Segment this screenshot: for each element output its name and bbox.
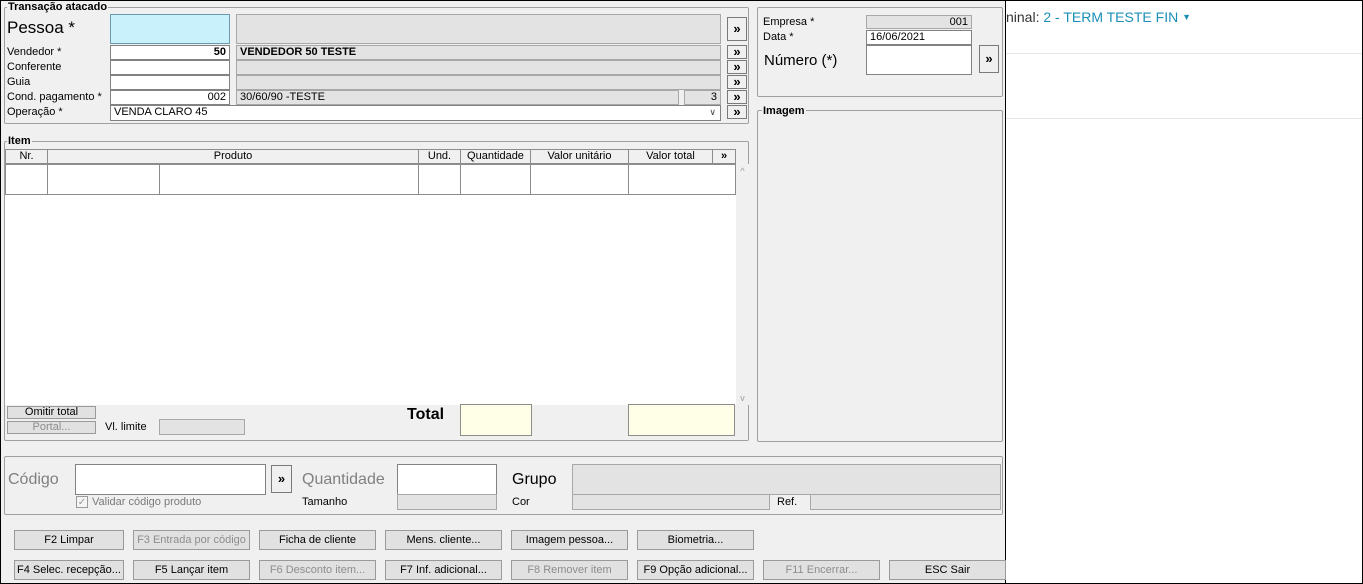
- operacao-more-button[interactable]: »: [727, 105, 747, 119]
- chevron-down-icon: ∨: [709, 107, 716, 117]
- total-valor-field: [628, 404, 735, 436]
- grid-scrollbar[interactable]: ^ v: [736, 164, 749, 405]
- ficha-cliente-button[interactable]: Ficha de cliente: [259, 530, 376, 550]
- cell-valor-unitario[interactable]: [530, 164, 629, 195]
- col-quantidade[interactable]: Quantidade: [460, 149, 531, 164]
- col-und[interactable]: Und.: [418, 149, 461, 164]
- divider: [1006, 53, 1363, 54]
- operacao-select[interactable]: VENDA CLARO 45 ∨: [110, 105, 721, 121]
- imagem-pessoa-button[interactable]: Imagem pessoa...: [511, 530, 628, 550]
- validar-codigo-label: Validar código produto: [92, 496, 202, 508]
- cell-quantidade[interactable]: [460, 164, 531, 195]
- col-nr[interactable]: Nr.: [5, 149, 48, 164]
- col-more-button[interactable]: »: [712, 149, 736, 164]
- cor-label: Cor: [512, 496, 530, 508]
- f7-inf-adicional-button[interactable]: F7 Inf. adicional...: [385, 560, 502, 580]
- guia-label: Guia: [7, 76, 31, 88]
- cond-pagamento-label: Cond. pagamento *: [7, 91, 102, 103]
- empresa-label: Empresa *: [763, 16, 815, 28]
- grupo-label: Grupo: [512, 471, 557, 488]
- f6-desconto-item-button[interactable]: F6 Desconto item...: [259, 560, 376, 580]
- pessoa-more-button[interactable]: »: [727, 17, 747, 41]
- biometria-button[interactable]: Biometria...: [637, 530, 754, 550]
- pessoa-name-field: [236, 14, 721, 44]
- imagem-title: Imagem: [762, 105, 806, 117]
- guia-code-input[interactable]: [110, 75, 230, 90]
- ref-field: [810, 494, 1001, 510]
- cell-valor-total[interactable]: [628, 164, 736, 195]
- portal-button[interactable]: Portal...: [7, 421, 96, 434]
- divider: [1006, 118, 1363, 119]
- transaction-window: Transação atacado Pessoa * » Vendedor * …: [0, 0, 1006, 584]
- tamanho-label: Tamanho: [302, 496, 348, 508]
- vendedor-label: Vendedor *: [7, 46, 62, 58]
- omitir-total-button[interactable]: Omitir total: [7, 406, 96, 419]
- numero-input[interactable]: [866, 45, 972, 75]
- pessoa-label: Pessoa *: [7, 18, 76, 37]
- terminal-name: 2 - TERM TESTE FIN: [1043, 9, 1179, 25]
- cell-nr[interactable]: [5, 164, 48, 195]
- operacao-label: Operação *: [7, 106, 63, 118]
- codigo-more-button[interactable]: »: [271, 465, 292, 493]
- caret-down-icon: ▼: [1182, 12, 1192, 22]
- total-label: Total: [407, 406, 445, 423]
- guia-more-button[interactable]: »: [727, 75, 747, 89]
- pessoa-code-input[interactable]: [110, 14, 230, 44]
- cond-pagamento-desc-field: 30/60/90 -TESTE: [236, 90, 679, 105]
- codigo-input[interactable]: [75, 464, 266, 495]
- data-label: Data *: [763, 31, 794, 43]
- conferente-more-button[interactable]: »: [727, 60, 747, 74]
- quantidade-input[interactable]: [397, 464, 497, 495]
- validar-codigo-checkbox[interactable]: ✓: [76, 496, 88, 508]
- numero-more-button[interactable]: »: [979, 45, 999, 73]
- grupo-field: [572, 464, 1001, 495]
- f9-opcao-adicional-button[interactable]: F9 Opção adicional...: [637, 560, 754, 580]
- f11-encerrar-button[interactable]: F11 Encerrar...: [763, 560, 880, 580]
- transacao-title: Transação atacado: [7, 1, 109, 13]
- operacao-value: VENDA CLARO 45: [114, 106, 208, 118]
- cond-pagamento-parcelas-field: 3: [684, 90, 721, 105]
- f3-entrada-codigo-button[interactable]: F3 Entrada por código: [133, 530, 250, 550]
- data-input[interactable]: 16/06/2021: [866, 30, 972, 45]
- conferente-name-field: [236, 60, 721, 75]
- quantidade-label: Quantidade: [302, 471, 385, 488]
- total-quantidade-field: [460, 404, 532, 436]
- cond-pagamento-more-button[interactable]: »: [727, 90, 747, 104]
- f8-remover-item-button[interactable]: F8 Remover item: [511, 560, 628, 580]
- cond-pagamento-code-input[interactable]: 002: [110, 90, 230, 105]
- cell-und[interactable]: [418, 164, 461, 195]
- tamanho-field: [397, 494, 497, 510]
- conferente-code-input[interactable]: [110, 60, 230, 75]
- f2-limpar-button[interactable]: F2 Limpar: [14, 530, 124, 550]
- cell-produto-desc[interactable]: [159, 164, 419, 195]
- col-valor-unitario[interactable]: Valor unitário: [530, 149, 629, 164]
- table-row[interactable]: [5, 164, 736, 195]
- scroll-down-icon[interactable]: v: [736, 393, 749, 403]
- scroll-up-icon[interactable]: ^: [736, 166, 749, 176]
- vendedor-more-button[interactable]: »: [727, 45, 747, 59]
- empresa-field: 001: [866, 15, 972, 29]
- f5-lancar-item-button[interactable]: F5 Lançar item: [133, 560, 250, 580]
- guia-name-field: [236, 75, 721, 90]
- vendedor-name-field: VENDEDOR 50 TESTE: [236, 45, 721, 60]
- f4-selec-recepcao-button[interactable]: F4 Selec. recepção...: [14, 560, 124, 580]
- esc-sair-button[interactable]: ESC Sair: [889, 560, 1006, 580]
- background-page: ninal: 2 - TERM TESTE FIN ▼: [1006, 0, 1363, 584]
- cor-field: [572, 494, 770, 510]
- vendedor-code-input[interactable]: 50: [110, 45, 230, 60]
- ref-label: Ref.: [777, 496, 798, 508]
- terminal-selector[interactable]: ninal: 2 - TERM TESTE FIN ▼: [1006, 8, 1206, 26]
- col-produto[interactable]: Produto: [47, 149, 419, 164]
- vl-limite-label: Vl. limite: [105, 421, 147, 433]
- imagem-group: [757, 110, 1003, 442]
- codigo-label: Código: [8, 471, 59, 488]
- item-title: Item: [7, 135, 32, 147]
- mens-cliente-button[interactable]: Mens. cliente...: [385, 530, 502, 550]
- col-valor-total[interactable]: Valor total: [628, 149, 713, 164]
- vl-limite-field: [159, 419, 245, 435]
- terminal-prefix: ninal:: [1006, 9, 1040, 25]
- conferente-label: Conferente: [7, 61, 62, 73]
- cell-produto-code[interactable]: [47, 164, 160, 195]
- numero-label: Número (*): [764, 52, 838, 69]
